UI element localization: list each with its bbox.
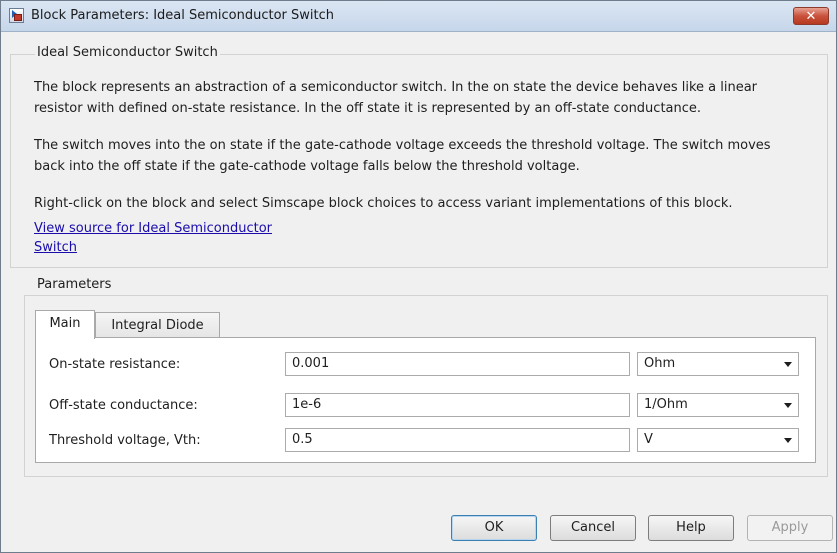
chevron-down-icon: [784, 362, 792, 367]
on-state-resistance-unit-select[interactable]: Ohm: [637, 352, 799, 376]
threshold-voltage-input[interactable]: 0.5: [285, 428, 630, 452]
description-line: Right-click on the block and select Sims…: [34, 196, 733, 211]
tab-integral-diode[interactable]: Integral Diode: [95, 312, 220, 339]
description-line: back into the off state if the gate-cath…: [34, 159, 580, 174]
parameters-group-title: Parameters: [35, 277, 114, 292]
description-line: The switch moves into the on state if th…: [34, 138, 771, 153]
on-state-resistance-unit: Ohm: [644, 356, 676, 371]
chevron-down-icon: [784, 438, 792, 443]
close-button[interactable]: ✕: [793, 7, 829, 25]
description-group-title: Ideal Semiconductor Switch: [35, 45, 220, 60]
on-state-resistance-label: On-state resistance:: [49, 357, 181, 372]
threshold-voltage-label: Threshold voltage, Vth:: [49, 433, 201, 448]
off-state-conductance-label: Off-state conductance:: [49, 398, 198, 413]
apply-button[interactable]: Apply: [747, 515, 833, 541]
dialog-window: Block Parameters: Ideal Semiconductor Sw…: [0, 0, 837, 553]
title-bar[interactable]: Block Parameters: Ideal Semiconductor Sw…: [1, 1, 836, 32]
cancel-button[interactable]: Cancel: [550, 515, 636, 541]
off-state-conductance-input[interactable]: 1e-6: [285, 393, 630, 417]
description-line: The block represents an abstraction of a…: [34, 80, 758, 95]
description-line: resistor with defined on-state resistanc…: [34, 101, 702, 116]
threshold-voltage-unit-select[interactable]: V: [637, 428, 799, 452]
help-button[interactable]: Help: [648, 515, 734, 541]
threshold-voltage-unit: V: [644, 432, 653, 447]
view-source-link[interactable]: View source for Ideal Semiconductor: [34, 221, 272, 236]
off-state-conductance-unit-select[interactable]: 1/Ohm: [637, 393, 799, 417]
view-source-link-continued[interactable]: Switch: [34, 240, 77, 255]
on-state-resistance-input[interactable]: 0.001: [285, 352, 630, 376]
window-title: Block Parameters: Ideal Semiconductor Sw…: [31, 8, 335, 23]
ok-button[interactable]: OK: [451, 515, 537, 541]
chevron-down-icon: [784, 403, 792, 408]
simulink-block-icon: [9, 8, 24, 23]
off-state-conductance-unit: 1/Ohm: [644, 397, 688, 412]
tab-main[interactable]: Main: [35, 310, 95, 339]
